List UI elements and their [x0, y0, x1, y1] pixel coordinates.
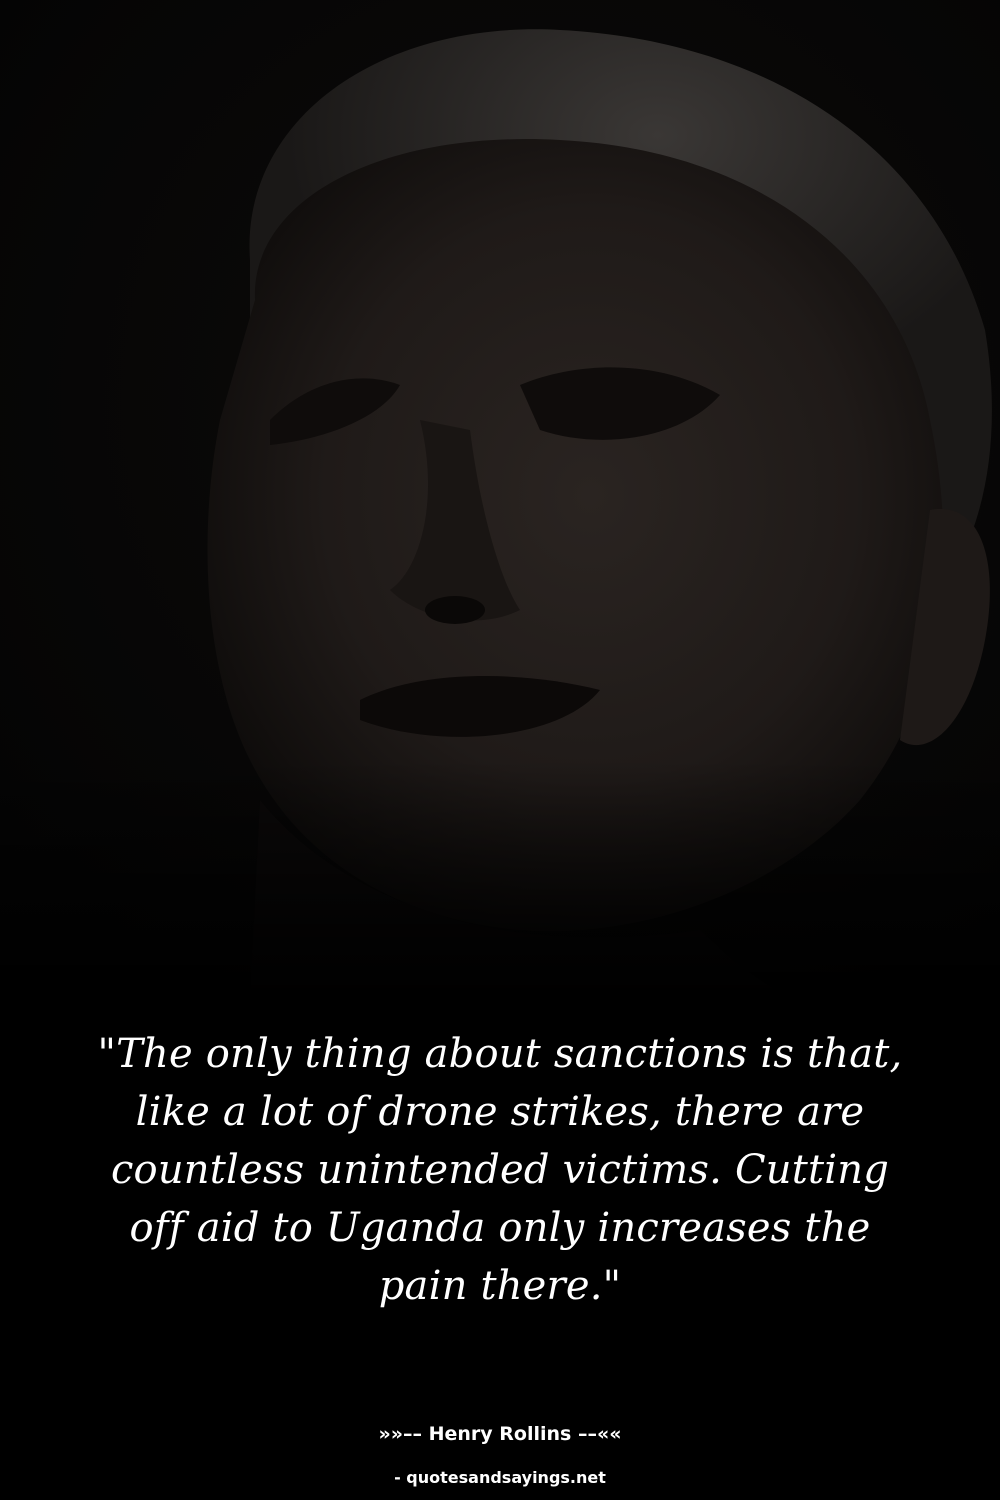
quote-poster: "The only thing about sanctions is that,… — [0, 0, 1000, 1500]
quote-line: like a lot of drone strikes, there are — [135, 1089, 865, 1135]
quote-line: countless unintended victims. Cutting — [110, 1147, 890, 1193]
quote-line: off aid to Uganda only increases the — [129, 1205, 871, 1251]
quote-author: »»–– Henry Rollins ––«« — [378, 1423, 622, 1445]
quote-text: "The only thing about sanctions is that,… — [60, 1025, 940, 1315]
quote-line: "The only thing about sanctions is that, — [97, 1031, 903, 1077]
source-watermark: - quotesandsayings.net — [394, 1468, 606, 1487]
quote-line: pain there." — [378, 1263, 622, 1309]
